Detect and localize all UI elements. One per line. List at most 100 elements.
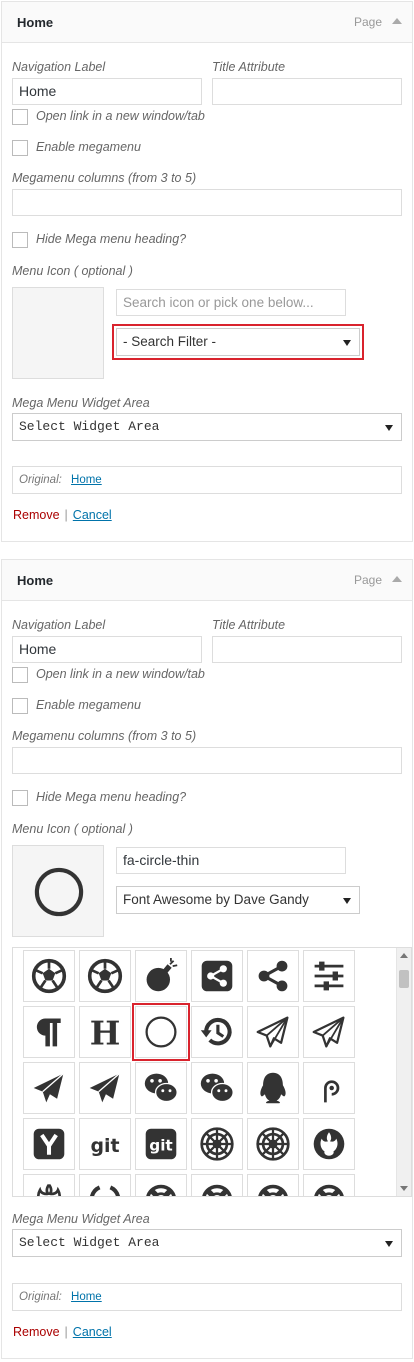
megamenu-columns-label: Megamenu columns (from 3 to 5) bbox=[12, 729, 197, 743]
life-ring-icon bbox=[146, 1184, 176, 1196]
pied-piper-icon bbox=[324, 1080, 340, 1103]
panel-title: Home bbox=[17, 573, 54, 588]
paper-plane-o-icon bbox=[256, 1016, 289, 1048]
widget-area-label: Mega Menu Widget Area bbox=[12, 396, 150, 410]
original-link-box: Original: Home bbox=[12, 1283, 402, 1311]
icon-option[interactable] bbox=[23, 950, 75, 1002]
git-icon: git bbox=[90, 1135, 119, 1157]
widget-area-select[interactable]: Select Widget Area bbox=[12, 1229, 402, 1257]
bomb-icon bbox=[146, 958, 178, 992]
remove-link[interactable]: Remove bbox=[13, 508, 60, 522]
megamenu-columns-label: Megamenu columns (from 3 to 5) bbox=[12, 171, 197, 185]
circle-thin-icon bbox=[145, 1016, 177, 1048]
enable-megamenu-checkbox[interactable] bbox=[12, 140, 28, 156]
paragraph-icon bbox=[36, 1018, 61, 1047]
icon-option[interactable] bbox=[247, 1006, 299, 1058]
search-filter-value: - Search Filter - bbox=[123, 334, 217, 349]
icon-font-select[interactable]: Font Awesome by Dave Gandy bbox=[116, 886, 360, 914]
icon-option[interactable]: git bbox=[79, 1118, 131, 1170]
panel-header[interactable]: Home Page bbox=[2, 560, 412, 601]
original-link[interactable]: Home bbox=[71, 474, 102, 486]
icon-search-input[interactable]: fa-circle-thin bbox=[116, 847, 346, 874]
icon-option[interactable] bbox=[79, 1174, 131, 1196]
navigation-label-label: Navigation Label bbox=[12, 618, 106, 632]
galactic-empire-icon bbox=[200, 1127, 234, 1161]
title-attribute-input[interactable] bbox=[212, 78, 402, 105]
svg-text:git: git bbox=[149, 1136, 172, 1154]
icon-option[interactable] bbox=[135, 950, 187, 1002]
collapse-arrow-icon[interactable] bbox=[392, 18, 402, 24]
cancel-link[interactable]: Cancel bbox=[73, 508, 112, 522]
title-attribute-label: Title Attribute bbox=[212, 60, 286, 74]
icon-option[interactable] bbox=[191, 1062, 243, 1114]
y-combinator-icon bbox=[33, 1128, 65, 1160]
enable-megamenu-checkbox[interactable] bbox=[12, 698, 28, 714]
wechat-icon bbox=[144, 1073, 178, 1103]
icon-option[interactable] bbox=[23, 1062, 75, 1114]
circle-o-notch-icon bbox=[89, 1185, 121, 1196]
icon-option[interactable] bbox=[191, 1118, 243, 1170]
hide-heading-label: Hide Mega menu heading? bbox=[36, 232, 187, 246]
circle-thin-icon bbox=[34, 867, 84, 917]
svg-text:H: H bbox=[90, 1015, 121, 1050]
icon-option[interactable]: git bbox=[135, 1118, 187, 1170]
widget-area-value: Select Widget Area bbox=[19, 419, 160, 434]
icon-option[interactable] bbox=[303, 1174, 355, 1196]
icon-search-input[interactable]: Search icon or pick one below... bbox=[116, 289, 346, 316]
remove-link[interactable]: Remove bbox=[13, 1325, 60, 1339]
widget-area-label: Mega Menu Widget Area bbox=[12, 1212, 150, 1226]
navigation-label-input[interactable]: Home bbox=[12, 636, 202, 663]
cancel-link[interactable]: Cancel bbox=[73, 1325, 112, 1339]
svg-text:git: git bbox=[90, 1135, 119, 1157]
navigation-label-input[interactable]: Home bbox=[12, 78, 202, 105]
icon-grid-scrollbar[interactable] bbox=[396, 948, 411, 1196]
icon-option[interactable] bbox=[303, 1118, 355, 1170]
original-link[interactable]: Home bbox=[71, 1291, 102, 1303]
icon-option[interactable] bbox=[79, 950, 131, 1002]
icon-option[interactable] bbox=[247, 950, 299, 1002]
panel-header[interactable]: Home Page bbox=[2, 2, 412, 43]
megamenu-columns-input[interactable] bbox=[12, 747, 402, 774]
icon-option[interactable]: H bbox=[79, 1006, 131, 1058]
icon-option[interactable] bbox=[23, 1174, 75, 1196]
icon-option[interactable] bbox=[135, 1062, 187, 1114]
megamenu-columns-input[interactable] bbox=[12, 189, 402, 216]
menu-icon-label: Menu Icon ( optional ) bbox=[12, 264, 133, 278]
icon-option[interactable] bbox=[23, 1006, 75, 1058]
scroll-down-arrow-icon[interactable] bbox=[400, 1186, 408, 1191]
original-label: Original: bbox=[19, 1291, 62, 1303]
scroll-up-arrow-icon[interactable] bbox=[400, 953, 408, 958]
empire-icon bbox=[256, 1127, 290, 1161]
icon-option[interactable] bbox=[303, 1062, 355, 1114]
icon-option[interactable] bbox=[79, 1062, 131, 1114]
icon-option[interactable] bbox=[191, 1006, 243, 1058]
collapse-arrow-icon[interactable] bbox=[392, 576, 402, 582]
icon-option[interactable] bbox=[247, 1062, 299, 1114]
navigation-label-label: Navigation Label bbox=[12, 60, 106, 74]
item-actions: Remove | Cancel bbox=[13, 508, 112, 522]
widget-area-select[interactable]: Select Widget Area bbox=[12, 413, 402, 441]
open-new-window-checkbox[interactable] bbox=[12, 109, 28, 125]
icon-picker-grid: H git git bbox=[12, 947, 412, 1197]
life-buoy-icon bbox=[202, 1184, 232, 1196]
icon-option[interactable] bbox=[303, 1006, 355, 1058]
action-separator: | bbox=[64, 508, 68, 522]
icon-option[interactable] bbox=[191, 1174, 243, 1196]
search-filter-select[interactable]: - Search Filter - bbox=[112, 324, 364, 360]
support-icon bbox=[314, 1184, 344, 1196]
open-new-window-checkbox[interactable] bbox=[12, 667, 28, 683]
hide-heading-checkbox[interactable] bbox=[12, 232, 28, 248]
icon-option[interactable] bbox=[135, 1174, 187, 1196]
icon-option-selected[interactable] bbox=[132, 1003, 190, 1061]
icon-option[interactable] bbox=[303, 950, 355, 1002]
scrollbar-thumb[interactable] bbox=[399, 970, 409, 988]
share-alt-square-icon bbox=[201, 960, 233, 992]
enable-megamenu-label: Enable megamenu bbox=[36, 140, 141, 154]
sliders-icon bbox=[314, 961, 344, 991]
icon-option[interactable] bbox=[23, 1118, 75, 1170]
icon-option[interactable] bbox=[247, 1174, 299, 1196]
icon-option[interactable] bbox=[247, 1118, 299, 1170]
title-attribute-input[interactable] bbox=[212, 636, 402, 663]
hide-heading-checkbox[interactable] bbox=[12, 790, 28, 806]
icon-option[interactable] bbox=[191, 950, 243, 1002]
